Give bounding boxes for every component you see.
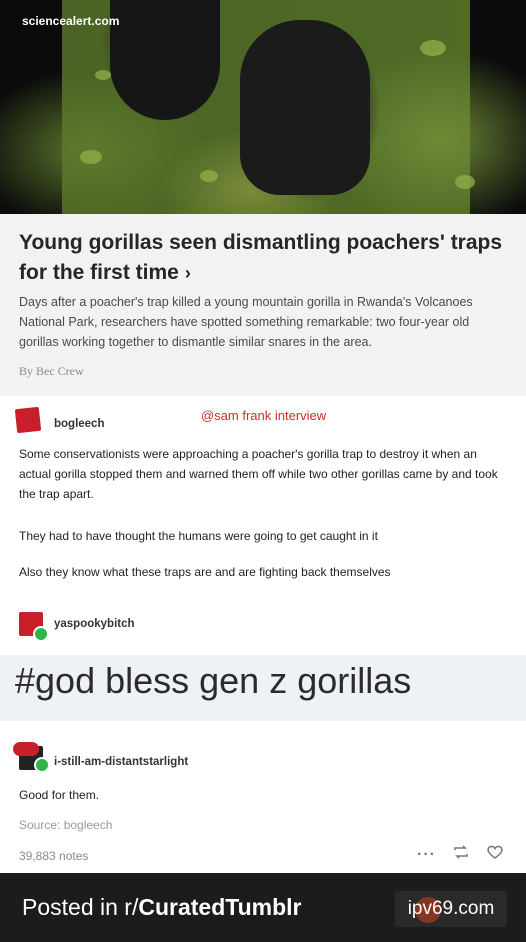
gorilla-shape [240, 20, 370, 195]
username[interactable]: i-still-am-distantstarlight [54, 756, 188, 768]
hashtag-text[interactable]: #god bless gen z gorillas [15, 660, 411, 702]
gorilla-shape-back [110, 0, 220, 120]
leaf-decoration [200, 170, 218, 182]
post-paragraph: They had to have thought the humans were… [19, 529, 378, 543]
source-site: sciencealert.com [22, 14, 120, 28]
username[interactable]: yaspookybitch [54, 618, 135, 630]
mention-text: @sam frank interview [201, 408, 327, 423]
online-badge-icon [34, 757, 50, 773]
post-paragraph: Some conservationists were approaching a… [19, 447, 498, 501]
heart-icon[interactable] [486, 844, 504, 865]
post-paragraph: Also they know what these traps are and … [19, 565, 391, 579]
ellipsis-icon[interactable]: ··· [417, 846, 436, 864]
username[interactable]: bogleech [54, 418, 104, 430]
posted-prefix: Posted in r/ [22, 894, 139, 920]
article-photo[interactable] [0, 0, 526, 214]
leaf-decoration [95, 70, 111, 80]
article-description: Days after a poacher's trap killed a you… [19, 295, 473, 349]
post-paragraph: Good for them. [19, 788, 100, 802]
source-link[interactable]: Source: bogleech [19, 818, 112, 832]
leaf-decoration [420, 40, 446, 56]
posted-in-label[interactable]: Posted in r/CuratedTumblr [22, 894, 301, 921]
watermark-text: ipv69.com [407, 898, 495, 919]
chevron-right-icon: › [184, 263, 191, 283]
article-title-text: Young gorillas seen dismantling poachers… [19, 231, 503, 284]
subreddit-name: CuratedTumblr [138, 894, 302, 920]
avatar[interactable] [14, 406, 42, 434]
post-actions: ··· [417, 844, 504, 865]
watermark: ipv69.com [395, 891, 507, 927]
leaf-decoration [455, 175, 475, 189]
article-title[interactable]: Young gorillas seen dismantling poachers… [19, 228, 509, 288]
leaf-decoration [80, 150, 102, 164]
online-badge-icon [33, 626, 49, 642]
article-byline: By Bec Crew [19, 364, 84, 378]
reblog-icon[interactable] [452, 844, 470, 865]
notes-count[interactable]: 39,883 notes [19, 849, 88, 863]
